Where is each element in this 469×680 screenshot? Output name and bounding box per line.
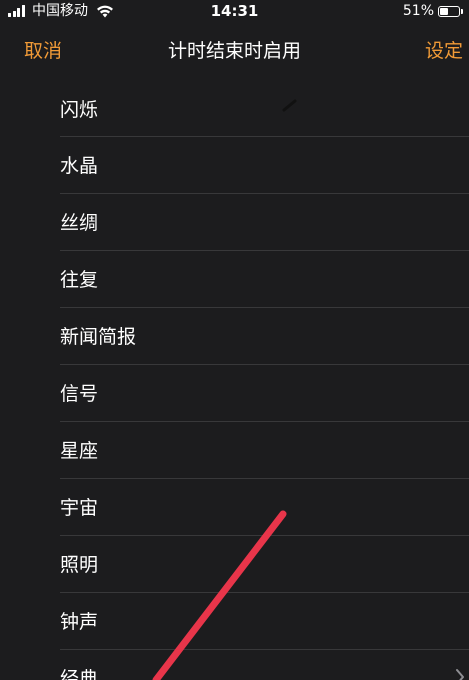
list-item[interactable]: 新闻简报 — [0, 308, 469, 365]
nav-bar: 取消 计时结束时启用 设定 — [0, 24, 469, 80]
list-item[interactable]: 照明 — [0, 536, 469, 593]
status-bar: 中国移动 14:31 51% — [0, 0, 469, 24]
list-item-label: 照明 — [60, 554, 99, 576]
list-item[interactable]: 宇宙 — [0, 479, 469, 536]
status-right: 51% — [403, 2, 463, 20]
list-item-label: 宇宙 — [60, 497, 99, 519]
list-item[interactable]: 闪烁 — [0, 80, 469, 137]
list-item[interactable]: 星座 — [0, 422, 469, 479]
list-item[interactable]: 水晶 — [0, 137, 469, 194]
battery-fill — [440, 7, 449, 15]
status-time: 14:31 — [210, 2, 259, 20]
page-title: 计时结束时启用 — [167, 40, 301, 62]
set-button[interactable]: 设定 — [425, 36, 463, 66]
list-item-label: 钟声 — [60, 611, 99, 633]
sound-list[interactable]: 闪烁 水晶 丝绸 往复 新闻简报 信号 星座 宇宙 照明 钟声 经典 — [0, 80, 469, 680]
list-item-classic[interactable]: 经典 — [0, 650, 469, 680]
list-item-label: 丝绸 — [60, 212, 99, 234]
list-item-label: 星座 — [60, 440, 99, 462]
list-item[interactable]: 丝绸 — [0, 194, 469, 251]
list-item-label: 往复 — [60, 269, 99, 291]
list-item-label: 经典 — [60, 668, 99, 680]
list-item-label: 新闻简报 — [60, 326, 137, 348]
list-item[interactable]: 信号 — [0, 365, 469, 422]
list-item-label: 信号 — [60, 383, 99, 405]
battery-cap — [461, 8, 463, 14]
list-item[interactable]: 钟声 — [0, 593, 469, 650]
battery-icon — [438, 5, 460, 17]
battery-percent: 51% — [402, 3, 434, 19]
list-item[interactable]: 往复 — [0, 251, 469, 308]
list-item-label: 水晶 — [60, 155, 99, 177]
chevron-right-icon — [456, 669, 464, 680]
list-item-label: 闪烁 — [60, 99, 99, 121]
